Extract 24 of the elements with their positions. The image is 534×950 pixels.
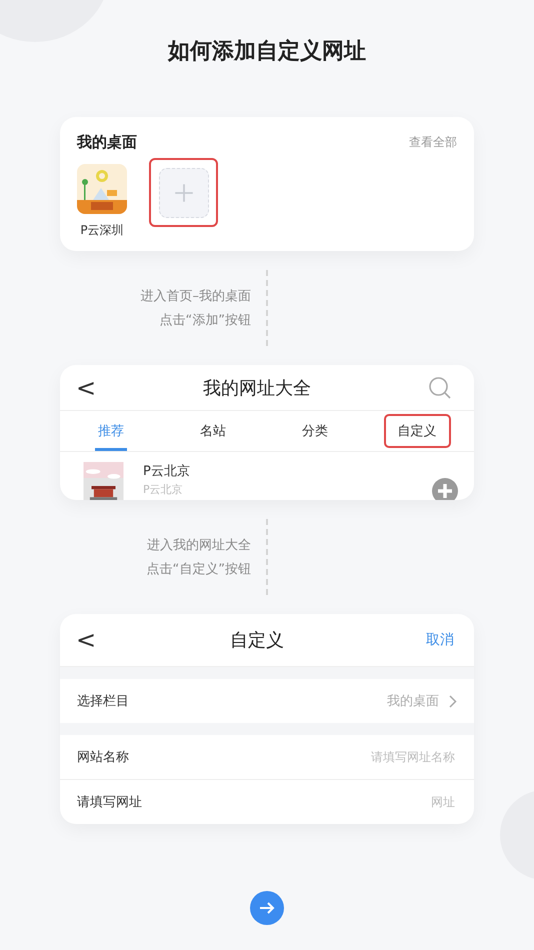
tab[interactable]: 名站 [162, 411, 264, 451]
add-button[interactable] [158, 168, 208, 218]
card-title: 我的桌面 [77, 133, 137, 152]
chevron-icon [449, 694, 457, 708]
plus-icon [172, 182, 194, 204]
add-icon[interactable] [432, 478, 458, 500]
screen-title: 自定义 [229, 629, 285, 652]
step-text: 进入我的网址大全 [147, 537, 251, 554]
page-title: 如何添加自定义网址 [168, 38, 366, 66]
app-label: P云深圳 [80, 222, 124, 239]
back-button[interactable]: < [60, 374, 110, 402]
site-subtitle: P云北京 [143, 482, 184, 497]
step-text: 进入首页–我的桌面 [140, 288, 251, 305]
step-text: 点击“自定义”按钮 [146, 561, 251, 578]
back-button[interactable]: < [60, 626, 110, 654]
row-label: 网站名称 [77, 749, 129, 766]
row-label: 选择栏目 [77, 693, 129, 710]
row-label: 请填写网址 [77, 794, 142, 811]
tab[interactable]: 分类 [264, 411, 366, 451]
next-button[interactable] [250, 891, 284, 925]
screen-title: 我的网址大全 [202, 376, 312, 400]
site-name: P云北京 [143, 463, 191, 480]
search-icon[interactable] [428, 376, 452, 400]
step-text: 点击“添加”按钮 [160, 312, 251, 329]
